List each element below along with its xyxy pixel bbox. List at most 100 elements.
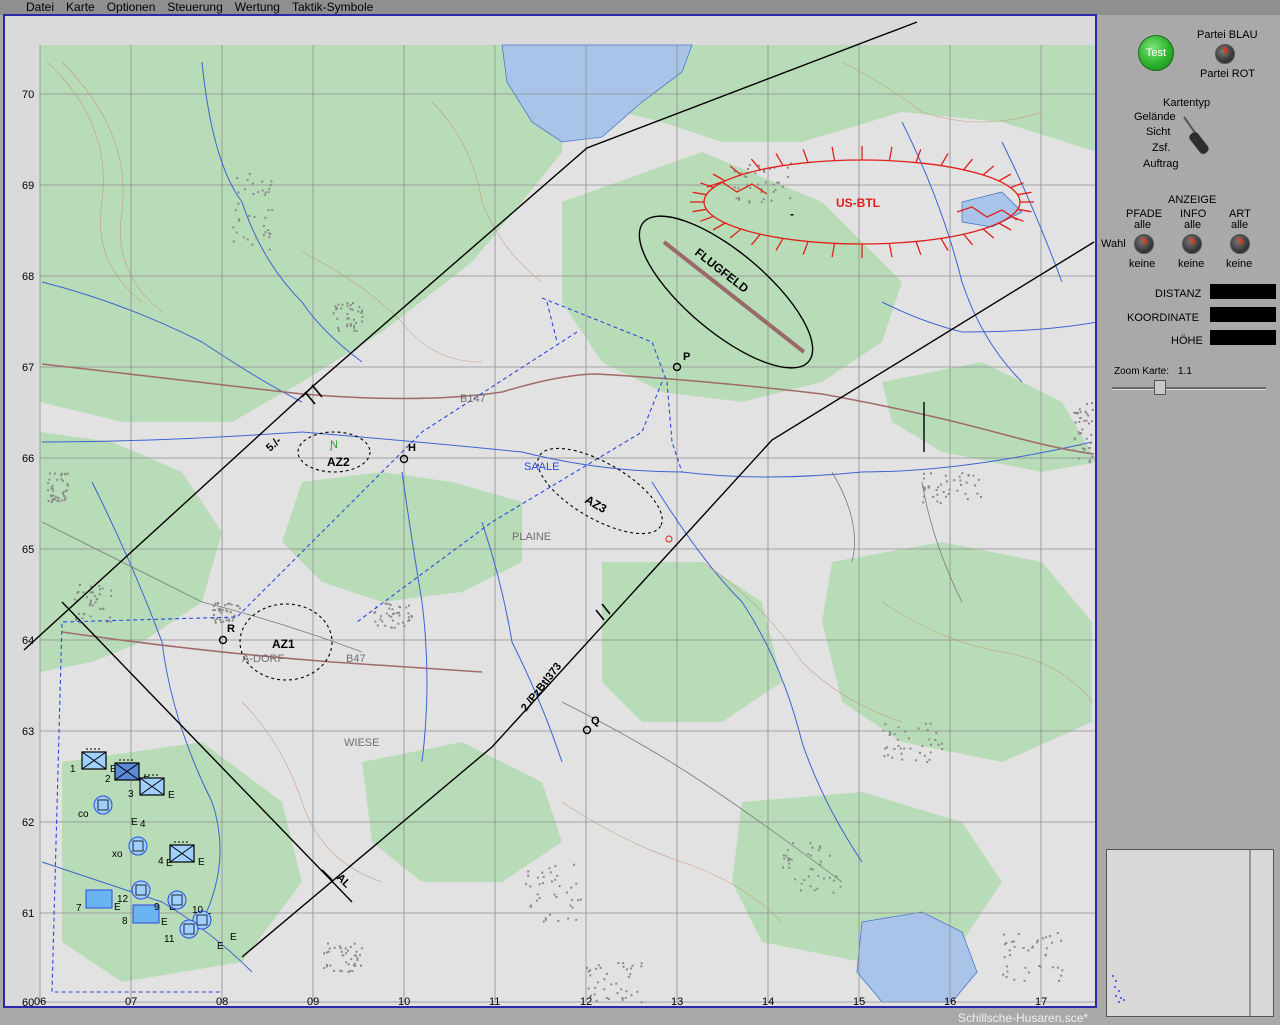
- grid-y-label: 65: [22, 544, 34, 556]
- unit-suffix: E: [217, 941, 224, 952]
- unit-number: 4: [158, 856, 164, 867]
- zoom-slider-thumb[interactable]: [1154, 380, 1166, 395]
- unit-number: xo: [112, 849, 123, 860]
- map-type-title: Kartentyp: [1163, 97, 1211, 109]
- unit-suffix: E: [161, 917, 168, 928]
- distanz-label: DISTANZ: [1155, 288, 1202, 300]
- waypoint-r: R: [227, 623, 235, 635]
- grid-y-label: 70: [22, 89, 34, 101]
- zoom-label: Zoom Karte:: [1114, 366, 1170, 377]
- grid-y-label: 60: [22, 997, 34, 1006]
- unit-number: 10: [192, 905, 204, 916]
- grid-x-label: 06: [34, 996, 46, 1006]
- grid-x-label: 13: [671, 996, 683, 1006]
- unit-number: co: [78, 809, 89, 820]
- hoehe-label: HÖHE: [1171, 335, 1203, 347]
- unit-suffix: E: [168, 790, 175, 801]
- zoom-value: 1.1: [1178, 366, 1192, 377]
- party-red-label: Partei ROT: [1200, 68, 1256, 80]
- map-canvas[interactable]: - 06 07 08 09 10 11 12 13 14 15 16 1770696867666564…: [5, 16, 1095, 1006]
- waypoint-p: P: [683, 351, 690, 363]
- label-b47: B47: [346, 653, 366, 665]
- unit-suffix: E: [198, 857, 205, 868]
- label-saale: SAALE: [524, 461, 559, 473]
- party-blue-label: Partei BLAU: [1197, 29, 1258, 41]
- test-button[interactable]: Test: [1138, 35, 1174, 71]
- grid-y-label: 62: [22, 817, 34, 829]
- grid-y-label: 67: [22, 362, 34, 374]
- party-selector-knob[interactable]: [1215, 44, 1235, 64]
- menu-datei[interactable]: Datei: [20, 0, 60, 15]
- grid-x-label: 10: [398, 996, 410, 1006]
- unit-number: 3: [128, 789, 134, 800]
- info-knob[interactable]: [1182, 234, 1202, 254]
- grid-y-label: 64: [22, 635, 34, 647]
- col-art-bottom: keine: [1226, 258, 1253, 270]
- grid-y-label: 69: [22, 180, 34, 192]
- map-view[interactable]: - 06 07 08 09 10 11 12 13 14 15 16 17 70 69 68 67 66 65 64…: [3, 14, 1097, 1008]
- svg-text:Ɲ: Ɲ: [329, 439, 338, 451]
- distanz-value: [1210, 284, 1276, 299]
- col-info-bottom: keine: [1178, 258, 1205, 270]
- control-panel: Test Partei BLAU Partei ROT Kartentyp Ge…: [1098, 15, 1280, 1024]
- waypoint-h: H: [408, 442, 416, 454]
- label-az1: AZ1: [272, 637, 295, 651]
- map-type-terrain[interactable]: Gelände: [1134, 111, 1176, 123]
- grid-y-label: 61: [22, 908, 34, 920]
- label-wiese: WIESE: [344, 737, 379, 749]
- scenario-file-label: Schillsche-Husaren.sce*: [958, 1011, 1089, 1025]
- unit-number: 9: [154, 902, 160, 913]
- col-pfade-bottom: keine: [1129, 258, 1156, 270]
- overview-minimap[interactable]: [1106, 849, 1274, 1017]
- map-type-mission[interactable]: Auftrag: [1143, 158, 1178, 170]
- grid-x-label: 09: [307, 996, 319, 1006]
- map-type-summary[interactable]: Zsf.: [1152, 142, 1170, 154]
- col-art-top: alle: [1231, 219, 1249, 231]
- wahl-label: Wahl: [1101, 238, 1126, 250]
- koordinate-label: KOORDINATE: [1127, 312, 1199, 324]
- label-b147: B147: [460, 393, 486, 405]
- grid-x-label: 17: [1035, 996, 1047, 1006]
- map-type-lever[interactable]: [1182, 115, 1216, 163]
- unit-suffix: E: [114, 902, 121, 913]
- svg-text:-: -: [790, 207, 794, 221]
- label-us-btl: US-BTL: [836, 196, 880, 210]
- grid-x-label: 15: [853, 996, 865, 1006]
- unit-suffix: E: [230, 932, 237, 943]
- unit-number: 7: [76, 903, 82, 914]
- grid-y-label: 63: [22, 726, 34, 738]
- label-az2: AZ2: [327, 455, 350, 469]
- label-plaine: PLAINE: [512, 531, 551, 543]
- menu-steuerung[interactable]: Steuerung: [161, 0, 228, 15]
- map-type-sight[interactable]: Sicht: [1146, 126, 1170, 138]
- grid-x-label: 14: [762, 996, 774, 1006]
- unit-number: 1: [70, 764, 76, 775]
- anzeige-title: ANZEIGE: [1168, 194, 1217, 206]
- koordinate-value: [1210, 307, 1276, 322]
- menu-optionen[interactable]: Optionen: [101, 0, 162, 15]
- grid-x-label: 16: [944, 996, 956, 1006]
- menu-taktik-symbole[interactable]: Taktik-Symbole: [286, 0, 379, 15]
- label-a-dorf: A-DORF: [242, 653, 284, 665]
- grid-y-label: 68: [22, 271, 34, 283]
- grid-x-label: 12: [580, 996, 592, 1006]
- waypoint-q: Q: [591, 715, 600, 727]
- unit-number: 8: [122, 916, 128, 927]
- grid-x-label: 07: [125, 996, 137, 1006]
- grid-x-label: 11: [489, 996, 500, 1006]
- menu-bar: Datei Karte Optionen Steuerung Wertung T…: [0, 0, 1280, 15]
- zoom-slider-track[interactable]: [1112, 387, 1266, 390]
- menu-karte[interactable]: Karte: [60, 0, 101, 15]
- unit-number: 11: [164, 934, 175, 945]
- unit-number: 4: [140, 819, 146, 830]
- grid-y-label: 66: [22, 453, 34, 465]
- hoehe-value: [1210, 330, 1276, 345]
- col-info-top: alle: [1184, 219, 1202, 231]
- unit-suffix: E: [131, 817, 138, 828]
- col-pfade-top: alle: [1134, 219, 1152, 231]
- art-knob[interactable]: [1230, 234, 1250, 254]
- menu-wertung[interactable]: Wertung: [229, 0, 286, 15]
- unit-number: 2: [105, 774, 111, 785]
- pfade-knob[interactable]: [1134, 234, 1154, 254]
- grid-x-label: 08: [216, 996, 228, 1006]
